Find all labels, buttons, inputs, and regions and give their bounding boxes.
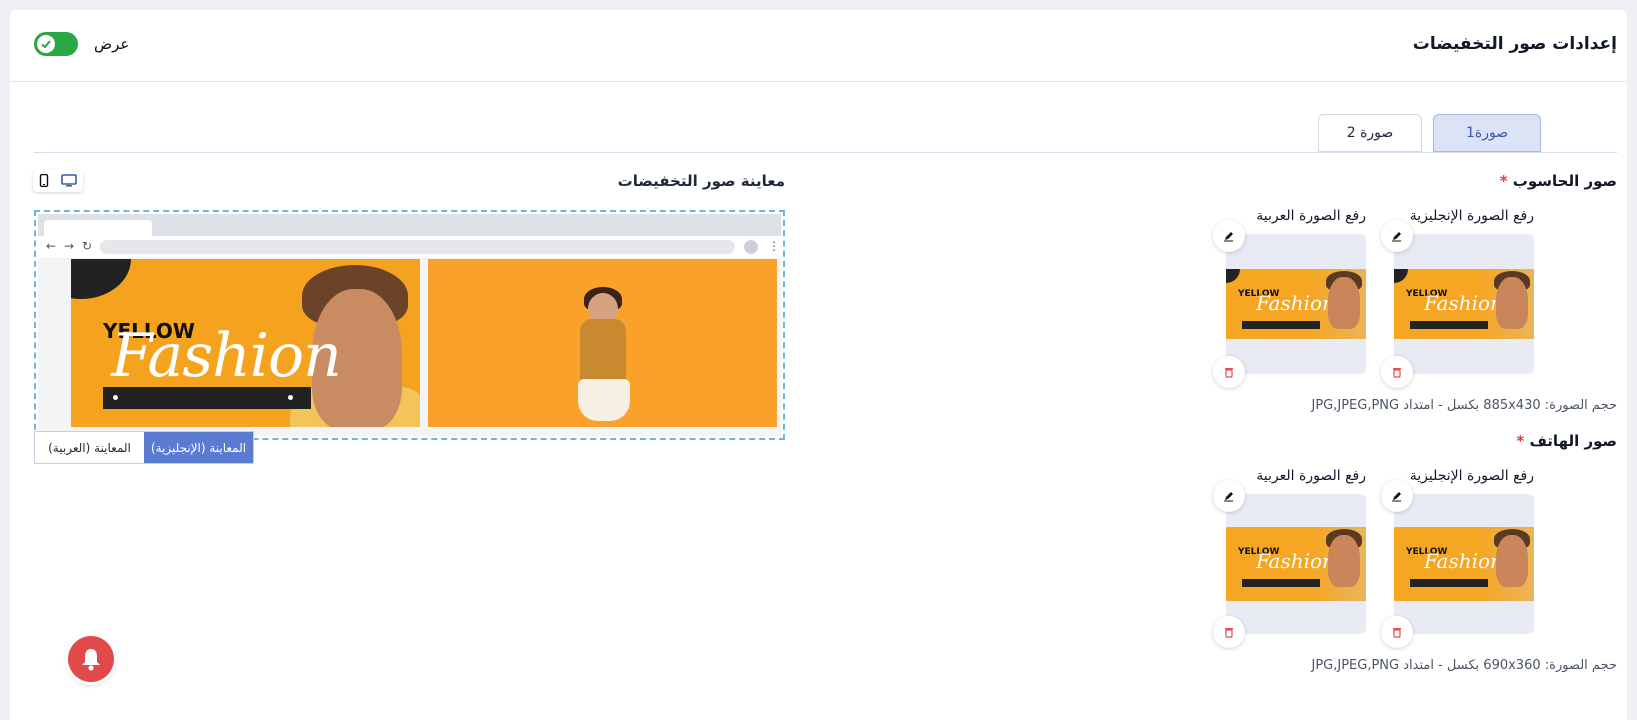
desktop-section-label: صور الحاسوب *: [1500, 172, 1617, 190]
browser-toolbar: ← → ↻ ⋮: [38, 236, 781, 258]
required-mark: *: [1499, 172, 1508, 190]
mobile-english-upload-label: رفع الصورة الإنجليزية: [1409, 468, 1534, 484]
desktop-icon[interactable]: [61, 172, 77, 191]
profile-icon: [744, 240, 758, 254]
desktop-arabic-upload-box[interactable]: YELLOW Fashion: [1226, 234, 1366, 374]
preview-arabic-button[interactable]: المعاينة (العربية): [35, 432, 144, 463]
card-header: إعدادات صور التخفيضات عرض: [10, 10, 1627, 82]
tab-image-1[interactable]: صورة1: [1433, 114, 1541, 152]
edit-icon[interactable]: [1381, 480, 1413, 512]
thumb-fashion-text: Fashion: [1424, 291, 1503, 315]
trash-icon[interactable]: [1381, 356, 1413, 388]
edit-icon[interactable]: [1213, 220, 1245, 252]
desktop-arabic-upload-label: رفع الصورة العربية: [1256, 208, 1366, 224]
banner-fashion-woman: [428, 259, 777, 427]
check-icon: [37, 35, 55, 53]
banner-fashion-text: Fashion: [111, 321, 342, 391]
thumb-fashion-text: Fashion: [1256, 549, 1335, 573]
desktop-section-text: صور الحاسوب: [1512, 172, 1617, 190]
tab-image-2[interactable]: صورة 2: [1318, 114, 1422, 152]
trash-icon[interactable]: [1213, 356, 1245, 388]
display-toggle[interactable]: [34, 32, 78, 56]
desktop-english-upload-box[interactable]: YELLOW Fashion: [1394, 234, 1534, 374]
mobile-size-hint: حجم الصورة: 690x360 بكسل - امتداد JPG,JP…: [1311, 658, 1617, 673]
mobile-english-thumbnail: YELLOW Fashion: [1394, 527, 1534, 601]
desktop-size-hint: حجم الصورة: 885x430 بكسل - امتداد JPG,JP…: [1311, 398, 1617, 413]
desktop-english-upload-label: رفع الصورة الإنجليزية: [1409, 208, 1534, 224]
desktop-english-thumbnail: YELLOW Fashion: [1394, 269, 1534, 339]
desktop-arabic-thumbnail: YELLOW Fashion: [1226, 269, 1366, 339]
banner-fashion-man: YELLOW Fashion: [71, 259, 420, 427]
trash-icon[interactable]: [1381, 616, 1413, 648]
preview-title: معاينة صور التخفيضات: [617, 172, 785, 190]
mobile-section-label: صور الهاتف *: [1516, 432, 1617, 450]
browser-tabstrip: [38, 214, 781, 238]
edit-icon[interactable]: [1381, 220, 1413, 252]
preview-english-button[interactable]: المعاينة (الإنجليزية): [144, 432, 253, 463]
mobile-arabic-upload-label: رفع الصورة العربية: [1256, 468, 1366, 484]
thumb-fashion-text: Fashion: [1424, 549, 1503, 573]
mobile-section-text: صور الهاتف: [1529, 432, 1617, 450]
mobile-icon[interactable]: [39, 172, 49, 191]
mobile-arabic-upload-box[interactable]: YELLOW Fashion: [1226, 494, 1366, 634]
mobile-english-upload-box[interactable]: YELLOW Fashion: [1394, 494, 1534, 634]
preview-frame: ← → ↻ ⋮ YELLOW Fashion: [34, 210, 785, 440]
more-icon: ⋮: [768, 239, 780, 253]
page-title: إعدادات صور التخفيضات: [1412, 34, 1617, 54]
reload-icon: ↻: [82, 239, 93, 253]
forward-icon: →: [64, 239, 75, 253]
mobile-arabic-thumbnail: YELLOW Fashion: [1226, 527, 1366, 601]
preview-language-switch: المعاينة (العربية) المعاينة (الإنجليزية): [34, 431, 254, 464]
url-bar: [100, 240, 735, 254]
bell-icon[interactable]: [68, 636, 114, 682]
edit-icon[interactable]: [1213, 480, 1245, 512]
trash-icon[interactable]: [1213, 616, 1245, 648]
required-mark: *: [1516, 432, 1525, 450]
toggle-label: عرض: [94, 35, 130, 53]
back-icon: ←: [46, 239, 57, 253]
device-switch: [33, 170, 83, 192]
tabs-divider: [34, 152, 1617, 153]
thumb-fashion-text: Fashion: [1256, 291, 1335, 315]
